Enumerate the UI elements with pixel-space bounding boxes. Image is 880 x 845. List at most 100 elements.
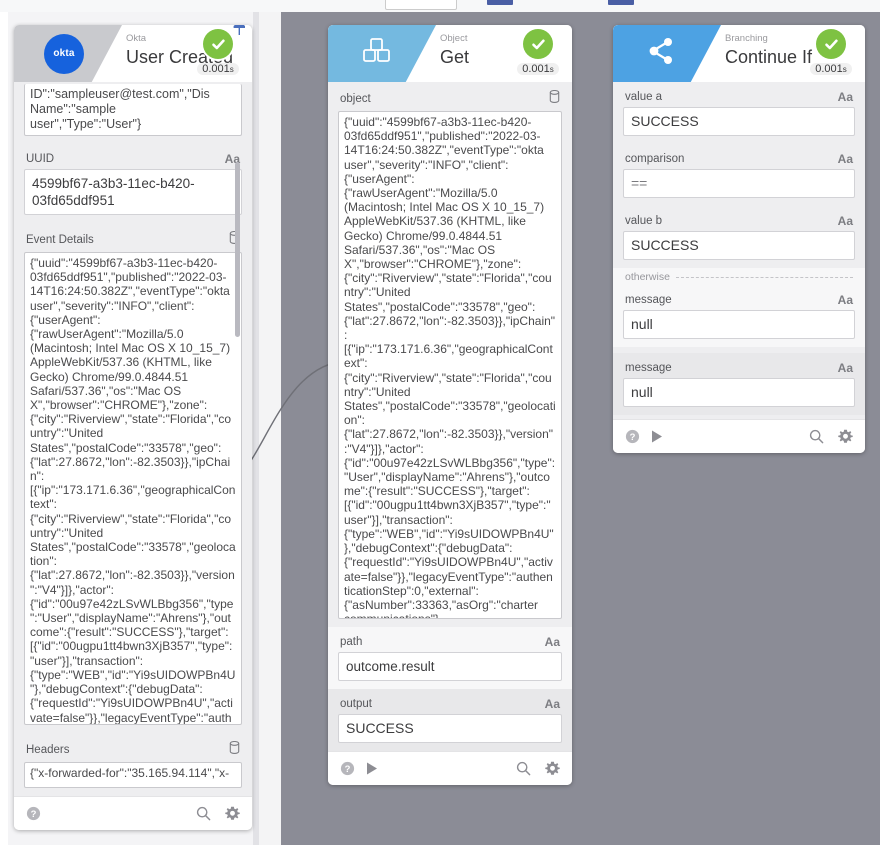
scrollbar-thumb[interactable] [235, 162, 240, 337]
field-label-row: comparison Aa [623, 150, 855, 169]
field-label-row: Event Details [24, 229, 242, 252]
field-group-output: output Aa SUCCESS [328, 689, 572, 751]
field-label-message: message [625, 362, 672, 374]
blocks-icon [362, 37, 392, 70]
aa-icon[interactable]: Aa [838, 293, 853, 307]
card-okta-user-created[interactable]: okta Okta User Created 0.001s ID":"sampl… [14, 25, 252, 830]
field-input-message-otherwise[interactable]: null [623, 310, 855, 339]
gear-icon[interactable] [225, 806, 240, 821]
search-icon[interactable] [516, 761, 531, 776]
card-header-text: Branching Continue If [725, 33, 812, 69]
card-footer: ? [328, 751, 572, 785]
check-icon [816, 29, 846, 59]
field-input-comparison[interactable]: == [623, 169, 855, 198]
field-group-uuid: UUID Aa 4599bf67-a3b3-11ec-b420-03fd65dd… [14, 144, 252, 223]
field-input-output[interactable]: SUCCESS [338, 714, 562, 743]
okta-logo-text: okta [53, 48, 75, 59]
field-group-path: path Aa outcome.result [328, 627, 572, 689]
field-label-row: message Aa [623, 359, 855, 378]
field-value-headers[interactable]: {"x-forwarded-for":"35.165.94.114","x- [24, 762, 242, 788]
field-group-partial: ID":"sampleuser@test.com","Dis Name":"sa… [14, 82, 252, 144]
card-branching-continue-if[interactable]: Branching Continue If 0.001s value a Aa … [613, 25, 865, 453]
otherwise-label: otherwise [625, 271, 670, 283]
help-icon[interactable]: ? [340, 761, 355, 776]
aa-icon[interactable]: Aa [838, 361, 853, 375]
card-title: Continue If [725, 47, 813, 67]
timing-value: 0.001 [815, 63, 843, 75]
card-object-get[interactable]: Object Get 0.001s object {"uuid":"4599bf… [328, 25, 572, 785]
field-input-uuid[interactable]: 4599bf67-a3b3-11ec-b420-03fd65ddf951 [24, 169, 242, 215]
gear-icon[interactable] [838, 429, 853, 444]
card-body: value a Aa SUCCESS comparison Aa == valu… [613, 82, 865, 419]
card-header: okta Okta User Created 0.001s [14, 25, 252, 82]
database-icon[interactable] [549, 89, 560, 108]
field-label-uuid: UUID [26, 153, 55, 165]
aa-icon[interactable]: Aa [838, 90, 853, 104]
card-header: Branching Continue If 0.001s [613, 25, 865, 82]
divider-line [675, 276, 853, 278]
field-value-partial[interactable]: ID":"sampleuser@test.com","Dis Name":"sa… [24, 84, 242, 136]
field-label-row: value a Aa [623, 88, 855, 107]
help-icon[interactable]: ? [26, 806, 41, 821]
svg-text:?: ? [31, 809, 37, 820]
field-label-row: output Aa [338, 695, 562, 714]
aa-icon[interactable]: Aa [838, 152, 853, 166]
check-icon [523, 29, 553, 59]
field-input-value-a[interactable]: SUCCESS [623, 107, 855, 136]
aa-icon[interactable]: Aa [545, 697, 560, 711]
field-label-row: message Aa [623, 291, 855, 310]
field-label-row: UUID Aa [24, 150, 242, 169]
play-icon[interactable] [650, 429, 664, 444]
timing-value: 0.001 [202, 63, 230, 75]
search-icon[interactable] [809, 429, 824, 444]
field-label-value-b: value b [625, 215, 663, 227]
field-label-output: output [340, 698, 372, 710]
card-title: Get [440, 47, 470, 67]
pin-icon[interactable] [230, 25, 248, 42]
field-label-object: object [340, 93, 371, 105]
field-group-object: object {"uuid":"4599bf67-a3b3-11ec-b420-… [328, 82, 572, 627]
field-group-message: message Aa null [613, 353, 865, 415]
help-icon[interactable]: ? [625, 429, 640, 444]
field-label-path: path [340, 636, 363, 648]
timing-badge: 0.001s [517, 63, 559, 75]
field-input-value-b[interactable]: SUCCESS [623, 231, 855, 260]
play-icon[interactable] [365, 761, 379, 776]
card-header-text: Object Get [440, 33, 469, 69]
toolbar-input[interactable] [385, 0, 457, 10]
toolbar-button-2[interactable] [608, 0, 634, 5]
field-group-headers: Headers {"x-forwarded-for":"35.165.94.11… [14, 733, 252, 796]
card-header-shape [328, 25, 436, 82]
field-label-row: Headers [24, 739, 242, 762]
field-input-message[interactable]: null [623, 378, 855, 407]
field-group-value-b: value b Aa SUCCESS [613, 206, 865, 268]
otherwise-divider: otherwise [613, 268, 865, 285]
field-label-value-a: value a [625, 91, 663, 103]
card-body: ID":"sampleuser@test.com","Dis Name":"sa… [14, 82, 252, 796]
timing-unit: s [842, 65, 847, 74]
gear-icon[interactable] [545, 761, 560, 776]
timing-badge: 0.001s [197, 63, 239, 75]
card-body: object {"uuid":"4599bf67-a3b3-11ec-b420-… [328, 82, 572, 751]
card-footer: ? [613, 419, 865, 453]
card-header-shape: okta [14, 25, 122, 82]
card-kicker: Object [440, 33, 468, 44]
card-status: 0.001s [805, 29, 857, 77]
card-header-shape [613, 25, 721, 82]
field-value-event-details[interactable]: {"uuid":"4599bf67-a3b3-11ec-b420-03fd65d… [24, 252, 242, 725]
card-kicker: Branching [725, 33, 768, 44]
toolbar-button-1[interactable] [487, 0, 513, 5]
search-icon[interactable] [196, 806, 211, 821]
svg-text:?: ? [630, 432, 636, 443]
field-group-comparison: comparison Aa == [613, 144, 865, 206]
field-label-message-otherwise: message [625, 294, 672, 306]
aa-icon[interactable]: Aa [545, 635, 560, 649]
field-label-row: path Aa [338, 633, 562, 652]
aa-icon[interactable]: Aa [838, 214, 853, 228]
field-input-path[interactable]: outcome.result [338, 652, 562, 681]
timing-unit: s [549, 65, 554, 74]
field-value-object[interactable]: {"uuid":"4599bf67-a3b3-11ec-b420-03fd65d… [338, 111, 562, 619]
database-icon[interactable] [229, 740, 240, 759]
app-toolbar[interactable] [0, 0, 880, 12]
field-label-event-details: Event Details [26, 234, 94, 246]
